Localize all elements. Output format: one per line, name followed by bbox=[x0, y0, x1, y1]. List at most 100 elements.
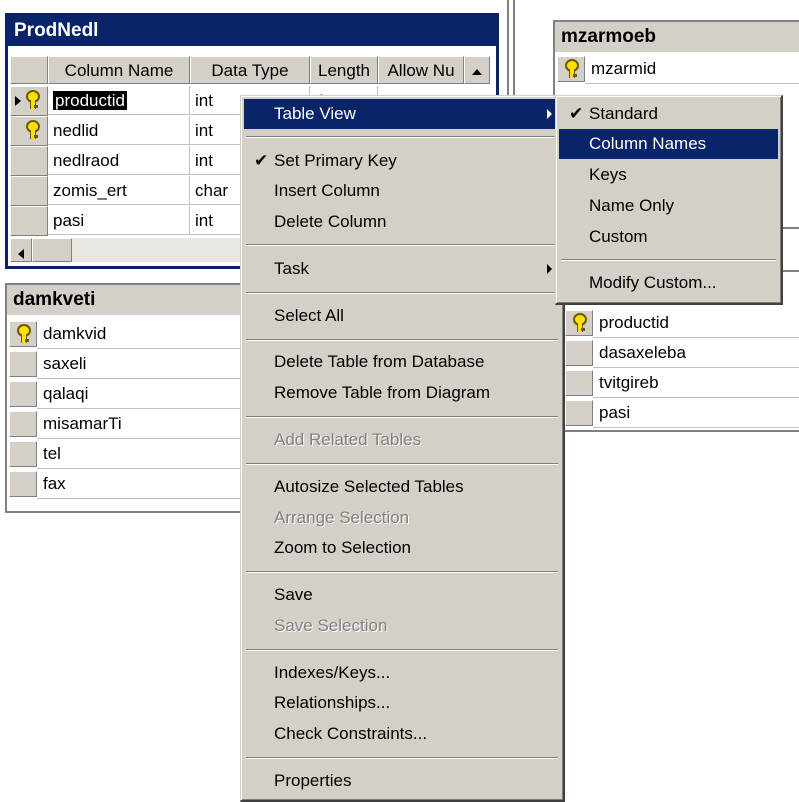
column-name-text: productid bbox=[53, 91, 127, 110]
table-row[interactable]: tvitgireb bbox=[563, 368, 799, 398]
column-name[interactable]: tel bbox=[37, 439, 257, 469]
menu-item-set-primary-key[interactable]: ✔ Set Primary Key bbox=[244, 146, 560, 176]
primary-key-icon bbox=[16, 324, 31, 344]
menu-separator bbox=[246, 571, 558, 573]
submenu-item-modify-custom[interactable]: Modify Custom... bbox=[559, 268, 778, 298]
row-selector[interactable] bbox=[565, 340, 593, 366]
row-selector[interactable] bbox=[565, 370, 593, 396]
scroll-thumb[interactable] bbox=[32, 238, 72, 262]
primary-key-icon bbox=[564, 59, 579, 79]
primary-key-icon bbox=[25, 120, 40, 140]
column-name[interactable]: productid bbox=[593, 308, 799, 338]
submenu-item-column-names[interactable]: Column Names bbox=[559, 129, 778, 159]
submenu-item-keys[interactable]: Keys bbox=[559, 160, 778, 190]
menu-item-select-all[interactable]: Select All bbox=[244, 301, 560, 331]
menu-item-save-selection[interactable]: Save Selection bbox=[244, 611, 560, 641]
menu-separator bbox=[246, 416, 558, 418]
row-selector[interactable] bbox=[9, 381, 37, 407]
menu-item-insert-column[interactable]: Insert Column bbox=[244, 176, 560, 206]
submenu-item-name-only[interactable]: Name Only bbox=[559, 191, 778, 221]
table-row[interactable]: tel bbox=[7, 439, 257, 469]
primary-key-icon bbox=[25, 90, 40, 110]
submenu-arrow-icon bbox=[547, 264, 552, 274]
checkmark-icon: ✔ bbox=[254, 151, 269, 170]
table-row[interactable]: qalaqi bbox=[7, 379, 257, 409]
row-selector[interactable] bbox=[10, 176, 48, 206]
menu-separator bbox=[246, 649, 558, 651]
row-selector[interactable] bbox=[10, 146, 48, 176]
column-name[interactable]: pasi bbox=[593, 398, 799, 428]
row-selector[interactable] bbox=[10, 206, 48, 236]
menu-separator bbox=[561, 259, 776, 261]
primary-key-icon bbox=[572, 313, 587, 333]
context-menu: Table View ✔ Set Primary Key Insert Colum… bbox=[240, 95, 565, 802]
current-row-arrow-icon bbox=[15, 96, 21, 106]
column-name[interactable]: qalaqi bbox=[37, 379, 257, 409]
scroll-up-button[interactable] bbox=[464, 56, 490, 84]
column-header-allow-nulls[interactable]: Allow Nu bbox=[378, 56, 464, 84]
menu-item-arrange-selection[interactable]: Arrange Selection bbox=[244, 503, 560, 533]
table-view-submenu: ✔ Standard Column Names Keys Name Only Cu… bbox=[555, 95, 783, 305]
row-selector[interactable] bbox=[9, 351, 37, 377]
menu-item-table-view[interactable]: Table View bbox=[244, 99, 560, 129]
submenu-item-standard[interactable]: ✔ Standard bbox=[559, 99, 778, 129]
column-header-name[interactable]: Column Name bbox=[48, 56, 190, 84]
menu-item-delete-table[interactable]: Delete Table from Database bbox=[244, 347, 560, 377]
column-header-row: Column Name Data Type Length Allow Nu bbox=[8, 56, 496, 86]
row-selector[interactable] bbox=[10, 86, 48, 116]
table-row[interactable]: productid bbox=[563, 308, 799, 338]
column-name[interactable]: misamarTi bbox=[37, 409, 257, 439]
table-title[interactable]: mzarmoeb bbox=[555, 22, 799, 52]
column-name-cell[interactable]: productid bbox=[48, 86, 190, 115]
column-name-cell[interactable]: zomis_ert bbox=[48, 176, 190, 205]
submenu-item-custom[interactable]: Custom bbox=[559, 222, 778, 252]
table-title[interactable]: ProdNedl bbox=[8, 16, 496, 46]
column-name[interactable]: dasaxeleba bbox=[593, 338, 799, 368]
menu-separator bbox=[246, 757, 558, 759]
column-header-length[interactable]: Length bbox=[310, 56, 378, 84]
table-title[interactable]: damkveti bbox=[7, 285, 257, 315]
row-selector[interactable] bbox=[10, 116, 48, 146]
menu-separator bbox=[246, 463, 558, 465]
table-row[interactable]: mzarmid bbox=[555, 54, 799, 84]
submenu-arrow-icon bbox=[547, 109, 552, 119]
menu-separator bbox=[246, 292, 558, 294]
row-selector[interactable] bbox=[9, 441, 37, 467]
table-row[interactable]: misamarTi bbox=[7, 409, 257, 439]
menu-item-autosize-tables[interactable]: Autosize Selected Tables bbox=[244, 472, 560, 502]
table-row[interactable]: pasi bbox=[563, 398, 799, 428]
column-name[interactable]: fax bbox=[37, 469, 257, 499]
column-name[interactable]: mzarmid bbox=[585, 54, 799, 84]
column-name[interactable]: saxeli bbox=[37, 349, 257, 379]
menu-item-indexes-keys[interactable]: Indexes/Keys... bbox=[244, 658, 560, 688]
table-damkveti[interactable]: damkveti damkvid saxeli qalaqi misamarTi… bbox=[5, 283, 259, 513]
menu-item-delete-column[interactable]: Delete Column bbox=[244, 207, 560, 237]
checkmark-icon: ✔ bbox=[569, 104, 584, 123]
table-row[interactable]: dasaxeleba bbox=[563, 338, 799, 368]
menu-item-zoom-to-selection[interactable]: Zoom to Selection bbox=[244, 533, 560, 563]
row-selector[interactable] bbox=[9, 471, 37, 497]
menu-item-properties[interactable]: Properties bbox=[244, 766, 560, 796]
table-row[interactable]: saxeli bbox=[7, 349, 257, 379]
menu-item-remove-table[interactable]: Remove Table from Diagram bbox=[244, 378, 560, 408]
column-name-cell[interactable]: pasi bbox=[48, 206, 190, 235]
row-selector[interactable] bbox=[565, 400, 593, 426]
column-name[interactable]: tvitgireb bbox=[593, 368, 799, 398]
column-header-type[interactable]: Data Type bbox=[190, 56, 310, 84]
menu-item-add-related-tables[interactable]: Add Related Tables bbox=[244, 425, 560, 455]
table-row[interactable]: fax bbox=[7, 469, 257, 499]
column-name[interactable]: damkvid bbox=[37, 319, 257, 349]
column-name-cell[interactable]: nedlraod bbox=[48, 146, 190, 175]
scroll-left-arrow-icon bbox=[18, 248, 24, 259]
menu-separator bbox=[246, 136, 558, 138]
column-name-cell[interactable]: nedlid bbox=[48, 116, 190, 145]
scroll-left-button[interactable] bbox=[10, 238, 32, 262]
table-row[interactable]: damkvid bbox=[7, 319, 257, 349]
menu-item-save[interactable]: Save bbox=[244, 580, 560, 610]
menu-item-relationships[interactable]: Relationships... bbox=[244, 688, 560, 718]
row-selector-header bbox=[10, 56, 48, 84]
menu-item-check-constraints[interactable]: Check Constraints... bbox=[244, 719, 560, 749]
menu-item-task[interactable]: Task bbox=[244, 254, 560, 284]
menu-separator bbox=[246, 244, 558, 246]
row-selector[interactable] bbox=[9, 411, 37, 437]
